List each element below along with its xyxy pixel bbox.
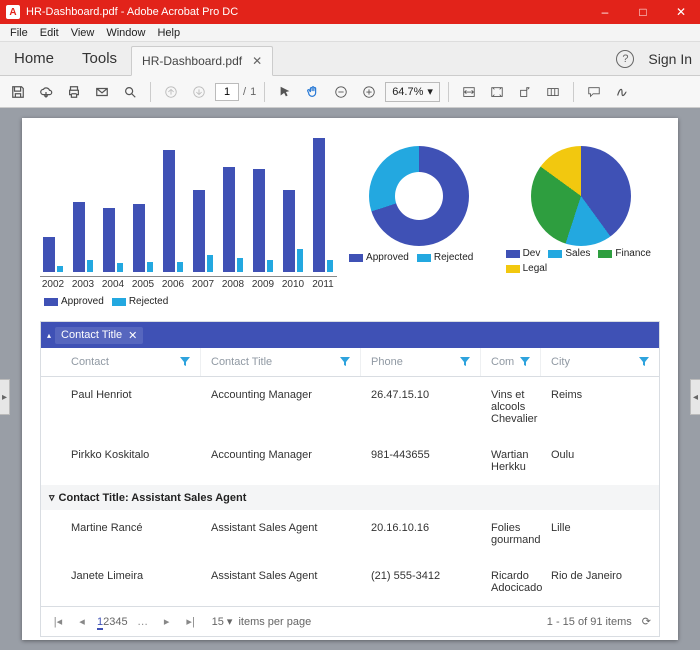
rotate-icon[interactable] [513, 80, 537, 104]
menu-bar: File Edit View Window Help [0, 24, 700, 42]
menu-edit[interactable]: Edit [34, 27, 65, 39]
right-panel-grip[interactable]: ◂ [690, 379, 700, 415]
grid-pager: |◂ ◂ 12345 … ▸ ▸| 15 ▾ items per page 1 … [41, 606, 659, 636]
zoom-select[interactable]: 64.7% ▾ [385, 82, 440, 102]
grid-header: Contact Contact Title Phone Com City [41, 348, 659, 377]
donut-chart: ApprovedRejected [345, 132, 494, 307]
bar-chart: 2002200320042005200620072008200920102011… [40, 132, 337, 307]
sign-icon[interactable] [610, 80, 634, 104]
window-title: HR-Dashboard.pdf - Adobe Acrobat Pro DC [26, 6, 586, 18]
pdf-page: 2002200320042005200620072008200920102011… [22, 118, 678, 640]
select-tool-icon[interactable] [273, 80, 297, 104]
group-header[interactable]: ▿ Contact Title: Assistant Sales Agent [41, 485, 659, 510]
zoom-in-icon[interactable] [357, 80, 381, 104]
menu-view[interactable]: View [65, 27, 101, 39]
pager-prev-icon[interactable]: ◂ [73, 615, 91, 628]
page-size[interactable]: 15 ▾ [212, 615, 233, 628]
pager-last-icon[interactable]: ▸| [182, 615, 200, 628]
pager-next-icon[interactable]: ▸ [158, 615, 176, 628]
document-tab-label: HR-Dashboard.pdf [142, 54, 242, 68]
table-row[interactable]: Pirkko KoskitaloAccounting Manager981-44… [41, 437, 659, 485]
zoom-value: 64.7% [392, 86, 423, 98]
group-chip-remove-icon[interactable]: ✕ [128, 329, 137, 342]
tools-tab[interactable]: Tools [68, 42, 131, 75]
separator [448, 82, 449, 102]
page-separator: / [243, 86, 246, 98]
mail-icon[interactable] [90, 80, 114, 104]
left-panel-grip[interactable]: ▸ [0, 379, 10, 415]
app-icon: A [6, 5, 20, 19]
hand-tool-icon[interactable] [301, 80, 325, 104]
col-contact[interactable]: Contact [61, 348, 201, 376]
fit-width-icon[interactable] [457, 80, 481, 104]
grid-group-bar: ▴ Contact Title ✕ [41, 322, 659, 348]
zoom-out-icon[interactable] [329, 80, 353, 104]
expand-column [41, 348, 61, 376]
group-chip[interactable]: Contact Title ✕ [55, 327, 143, 344]
group-chip-label: Contact Title [61, 329, 122, 341]
close-button[interactable]: ✕ [662, 0, 700, 24]
pager-summary: 1 - 15 of 91 items [547, 616, 632, 628]
menu-window[interactable]: Window [100, 27, 151, 39]
maximize-button[interactable]: □ [624, 0, 662, 24]
table-row[interactable]: Paul HenriotAccounting Manager26.47.15.1… [41, 377, 659, 437]
collapse-icon[interactable]: ▴ [47, 331, 51, 340]
filter-icon[interactable] [460, 357, 470, 367]
filter-icon[interactable] [639, 357, 649, 367]
next-page-icon[interactable] [187, 80, 211, 104]
separator [150, 82, 151, 102]
data-grid: ▴ Contact Title ✕ Contact Contact Title … [40, 321, 660, 637]
menu-help[interactable]: Help [151, 27, 186, 39]
pager-first-icon[interactable]: |◂ [49, 615, 67, 628]
menu-file[interactable]: File [4, 27, 34, 39]
col-com[interactable]: Com [481, 348, 541, 376]
comment-icon[interactable] [582, 80, 606, 104]
separator [264, 82, 265, 102]
pie-chart: DevSalesFinanceLegal [502, 132, 660, 307]
sign-in-link[interactable]: Sign In [648, 51, 692, 67]
separator [573, 82, 574, 102]
filter-icon[interactable] [340, 357, 350, 367]
title-bar: A HR-Dashboard.pdf - Adobe Acrobat Pro D… [0, 0, 700, 24]
tab-row: Home Tools HR-Dashboard.pdf ✕ ? Sign In [0, 42, 700, 76]
table-row[interactable]: Janete LimeiraAssistant Sales Agent(21) … [41, 558, 659, 606]
filter-icon[interactable] [180, 357, 190, 367]
print-icon[interactable] [62, 80, 86, 104]
page-total: 1 [250, 86, 256, 98]
minimize-button[interactable]: – [586, 0, 624, 24]
table-row[interactable]: Martine RancéAssistant Sales Agent20.16.… [41, 510, 659, 558]
toolbar: / 1 64.7% ▾ [0, 76, 700, 108]
col-phone[interactable]: Phone [361, 348, 481, 376]
pager-more[interactable]: … [134, 616, 152, 628]
page-size-label: items per page [238, 616, 311, 628]
chevron-down-icon: ▾ [427, 85, 433, 98]
save-icon[interactable] [6, 80, 30, 104]
search-icon[interactable] [118, 80, 142, 104]
refresh-icon[interactable]: ⟳ [642, 615, 651, 628]
prev-page-icon[interactable] [159, 80, 183, 104]
document-area: ▸ ◂ 200220032004200520062007200820092010… [0, 108, 700, 650]
col-title[interactable]: Contact Title [201, 348, 361, 376]
filter-icon[interactable] [520, 357, 530, 367]
grid-body: Paul HenriotAccounting Manager26.47.15.1… [41, 377, 659, 606]
pager-page[interactable]: 5 [122, 616, 128, 628]
charts-row: 2002200320042005200620072008200920102011… [40, 132, 660, 307]
col-city[interactable]: City [541, 348, 659, 376]
page-number-input[interactable] [215, 83, 239, 101]
fit-page-icon[interactable] [485, 80, 509, 104]
document-tab[interactable]: HR-Dashboard.pdf ✕ [131, 46, 273, 76]
help-icon[interactable]: ? [616, 50, 634, 68]
read-mode-icon[interactable] [541, 80, 565, 104]
cloud-icon[interactable] [34, 80, 58, 104]
document-tab-close-icon[interactable]: ✕ [252, 54, 262, 68]
home-tab[interactable]: Home [0, 42, 68, 75]
